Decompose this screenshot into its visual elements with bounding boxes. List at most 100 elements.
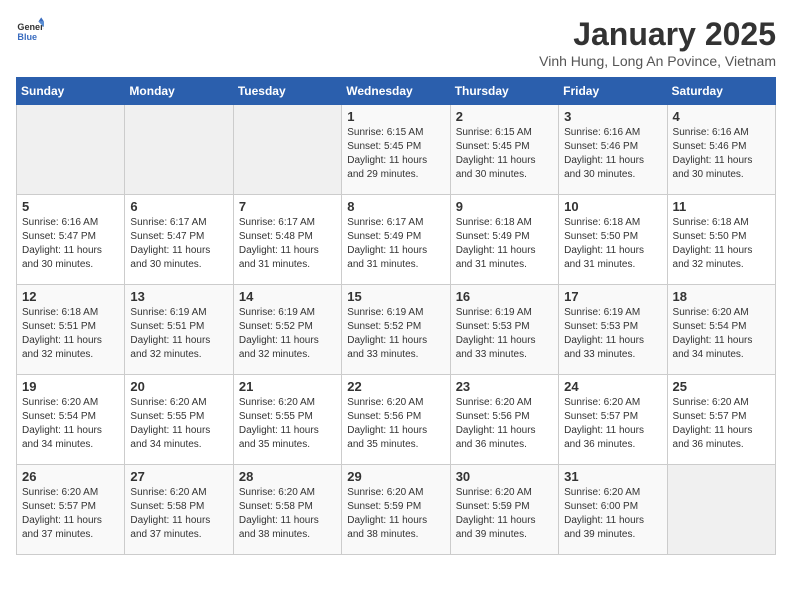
calendar-cell xyxy=(233,105,341,195)
day-number: 10 xyxy=(564,199,661,214)
day-info: Sunrise: 6:19 AM Sunset: 5:52 PM Dayligh… xyxy=(239,306,336,362)
day-number: 8 xyxy=(347,199,444,214)
calendar-cell: 25 Sunrise: 6:20 AM Sunset: 5:57 PM Dayli… xyxy=(667,375,775,465)
calendar-cell: 11 Sunrise: 6:18 AM Sunset: 5:50 PM Dayli… xyxy=(667,195,775,285)
calendar-cell: 31Sunrise: 6:20 AM Sunset: 6:00 PM Dayli… xyxy=(559,465,667,555)
day-number: 24 xyxy=(564,379,661,394)
day-info: Sunrise: 6:19 AM Sunset: 5:53 PM Dayligh… xyxy=(456,306,553,362)
week-row-2: 5Sunrise: 6:16 AM Sunset: 5:47 PM Daylig… xyxy=(17,195,776,285)
calendar-cell: 3 Sunrise: 6:16 AM Sunset: 5:46 PM Daylig… xyxy=(559,105,667,195)
day-info: Sunrise: 6:20 AM Sunset: 5:55 PM Dayligh… xyxy=(130,396,227,452)
calendar-cell: 27Sunrise: 6:20 AM Sunset: 5:58 PM Dayli… xyxy=(125,465,233,555)
calendar-cell: 29 Sunrise: 6:20 AM Sunset: 5:59 PM Dayli… xyxy=(342,465,450,555)
day-number: 14 xyxy=(239,289,336,304)
calendar-cell: 13Sunrise: 6:19 AM Sunset: 5:51 PM Dayli… xyxy=(125,285,233,375)
weekday-header-row: SundayMondayTuesdayWednesdayThursdayFrid… xyxy=(17,78,776,105)
calendar-cell: 19 Sunrise: 6:20 AM Sunset: 5:54 PM Dayli… xyxy=(17,375,125,465)
day-info: Sunrise: 6:20 AM Sunset: 5:54 PM Dayligh… xyxy=(22,396,119,452)
month-title: January 2025 xyxy=(539,16,776,53)
day-number: 21 xyxy=(239,379,336,394)
calendar-cell: 6Sunrise: 6:17 AM Sunset: 5:47 PM Daylig… xyxy=(125,195,233,285)
calendar-cell: 24 Sunrise: 6:20 AM Sunset: 5:57 PM Dayli… xyxy=(559,375,667,465)
weekday-header-friday: Friday xyxy=(559,78,667,105)
calendar-cell: 14 Sunrise: 6:19 AM Sunset: 5:52 PM Dayli… xyxy=(233,285,341,375)
day-number: 29 xyxy=(347,469,444,484)
weekday-header-thursday: Thursday xyxy=(450,78,558,105)
day-info: Sunrise: 6:16 AM Sunset: 5:46 PM Dayligh… xyxy=(673,126,770,182)
day-info: Sunrise: 6:18 AM Sunset: 5:51 PM Dayligh… xyxy=(22,306,119,362)
weekday-header-sunday: Sunday xyxy=(17,78,125,105)
calendar-cell: 16Sunrise: 6:19 AM Sunset: 5:53 PM Dayli… xyxy=(450,285,558,375)
calendar-table: SundayMondayTuesdayWednesdayThursdayFrid… xyxy=(16,77,776,555)
svg-text:General: General xyxy=(17,22,44,32)
calendar-cell: 2Sunrise: 6:15 AM Sunset: 5:45 PM Daylig… xyxy=(450,105,558,195)
day-info: Sunrise: 6:19 AM Sunset: 5:53 PM Dayligh… xyxy=(564,306,661,362)
calendar-cell: 12 Sunrise: 6:18 AM Sunset: 5:51 PM Dayli… xyxy=(17,285,125,375)
calendar-cell: 4 Sunrise: 6:16 AM Sunset: 5:46 PM Daylig… xyxy=(667,105,775,195)
weekday-header-saturday: Saturday xyxy=(667,78,775,105)
day-info: Sunrise: 6:20 AM Sunset: 5:54 PM Dayligh… xyxy=(673,306,770,362)
weekday-header-wednesday: Wednesday xyxy=(342,78,450,105)
day-info: Sunrise: 6:20 AM Sunset: 5:59 PM Dayligh… xyxy=(347,486,444,542)
day-info: Sunrise: 6:17 AM Sunset: 5:49 PM Dayligh… xyxy=(347,216,444,272)
day-number: 26 xyxy=(22,469,119,484)
day-info: Sunrise: 6:17 AM Sunset: 5:48 PM Dayligh… xyxy=(239,216,336,272)
day-number: 17 xyxy=(564,289,661,304)
calendar-cell: 1Sunrise: 6:15 AM Sunset: 5:45 PM Daylig… xyxy=(342,105,450,195)
week-row-5: 26 Sunrise: 6:20 AM Sunset: 5:57 PM Dayli… xyxy=(17,465,776,555)
logo: General Blue xyxy=(16,16,44,44)
day-info: Sunrise: 6:16 AM Sunset: 5:46 PM Dayligh… xyxy=(564,126,661,182)
day-info: Sunrise: 6:20 AM Sunset: 5:57 PM Dayligh… xyxy=(673,396,770,452)
day-info: Sunrise: 6:20 AM Sunset: 5:58 PM Dayligh… xyxy=(239,486,336,542)
day-info: Sunrise: 6:19 AM Sunset: 5:52 PM Dayligh… xyxy=(347,306,444,362)
day-number: 12 xyxy=(22,289,119,304)
svg-text:Blue: Blue xyxy=(17,32,37,42)
day-info: Sunrise: 6:20 AM Sunset: 5:57 PM Dayligh… xyxy=(22,486,119,542)
day-info: Sunrise: 6:20 AM Sunset: 5:58 PM Dayligh… xyxy=(130,486,227,542)
day-info: Sunrise: 6:19 AM Sunset: 5:51 PM Dayligh… xyxy=(130,306,227,362)
day-info: Sunrise: 6:20 AM Sunset: 5:57 PM Dayligh… xyxy=(564,396,661,452)
day-info: Sunrise: 6:20 AM Sunset: 5:56 PM Dayligh… xyxy=(347,396,444,452)
calendar-cell: 9Sunrise: 6:18 AM Sunset: 5:49 PM Daylig… xyxy=(450,195,558,285)
day-number: 6 xyxy=(130,199,227,214)
day-number: 18 xyxy=(673,289,770,304)
day-number: 11 xyxy=(673,199,770,214)
calendar-cell: 17 Sunrise: 6:19 AM Sunset: 5:53 PM Dayli… xyxy=(559,285,667,375)
week-row-1: 1Sunrise: 6:15 AM Sunset: 5:45 PM Daylig… xyxy=(17,105,776,195)
day-info: Sunrise: 6:18 AM Sunset: 5:50 PM Dayligh… xyxy=(564,216,661,272)
day-number: 25 xyxy=(673,379,770,394)
calendar-cell: 21 Sunrise: 6:20 AM Sunset: 5:55 PM Dayli… xyxy=(233,375,341,465)
day-info: Sunrise: 6:20 AM Sunset: 5:56 PM Dayligh… xyxy=(456,396,553,452)
day-number: 1 xyxy=(347,109,444,124)
day-info: Sunrise: 6:16 AM Sunset: 5:47 PM Dayligh… xyxy=(22,216,119,272)
day-info: Sunrise: 6:20 AM Sunset: 6:00 PM Dayligh… xyxy=(564,486,661,542)
calendar-cell xyxy=(667,465,775,555)
weekday-header-monday: Monday xyxy=(125,78,233,105)
calendar-cell: 8 Sunrise: 6:17 AM Sunset: 5:49 PM Daylig… xyxy=(342,195,450,285)
day-number: 4 xyxy=(673,109,770,124)
day-number: 19 xyxy=(22,379,119,394)
day-number: 3 xyxy=(564,109,661,124)
calendar-cell: 23Sunrise: 6:20 AM Sunset: 5:56 PM Dayli… xyxy=(450,375,558,465)
location-subtitle: Vinh Hung, Long An Povince, Vietnam xyxy=(539,53,776,69)
day-number: 15 xyxy=(347,289,444,304)
day-number: 2 xyxy=(456,109,553,124)
calendar-cell: 26 Sunrise: 6:20 AM Sunset: 5:57 PM Dayli… xyxy=(17,465,125,555)
day-info: Sunrise: 6:20 AM Sunset: 5:55 PM Dayligh… xyxy=(239,396,336,452)
title-block: January 2025 Vinh Hung, Long An Povince,… xyxy=(539,16,776,69)
day-number: 28 xyxy=(239,469,336,484)
day-number: 30 xyxy=(456,469,553,484)
day-info: Sunrise: 6:20 AM Sunset: 5:59 PM Dayligh… xyxy=(456,486,553,542)
calendar-cell xyxy=(125,105,233,195)
week-row-4: 19 Sunrise: 6:20 AM Sunset: 5:54 PM Dayli… xyxy=(17,375,776,465)
calendar-cell: 28 Sunrise: 6:20 AM Sunset: 5:58 PM Dayli… xyxy=(233,465,341,555)
calendar-cell: 18 Sunrise: 6:20 AM Sunset: 5:54 PM Dayli… xyxy=(667,285,775,375)
calendar-cell: 20 Sunrise: 6:20 AM Sunset: 5:55 PM Dayli… xyxy=(125,375,233,465)
day-number: 22 xyxy=(347,379,444,394)
page-header: General Blue January 2025 Vinh Hung, Lon… xyxy=(16,16,776,69)
day-info: Sunrise: 6:18 AM Sunset: 5:50 PM Dayligh… xyxy=(673,216,770,272)
calendar-cell: 30 Sunrise: 6:20 AM Sunset: 5:59 PM Dayli… xyxy=(450,465,558,555)
day-number: 20 xyxy=(130,379,227,394)
day-number: 9 xyxy=(456,199,553,214)
calendar-cell: 7Sunrise: 6:17 AM Sunset: 5:48 PM Daylig… xyxy=(233,195,341,285)
